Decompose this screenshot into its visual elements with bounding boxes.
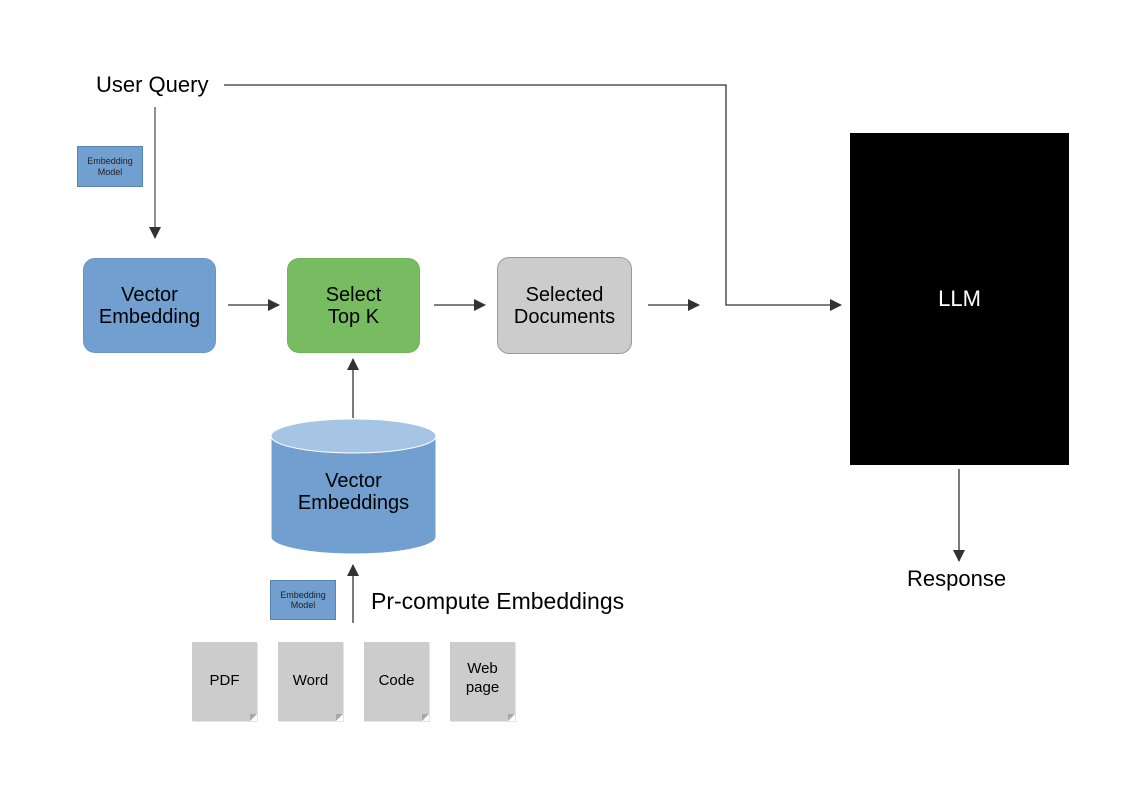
selected-documents-label: Selected Documents [513, 283, 616, 328]
vector-embedding-label: Vector Embedding [98, 283, 201, 328]
document-label: Code [378, 672, 415, 690]
select-top-k-node[interactable]: Select Top K [287, 258, 420, 353]
select-top-k-label: Select Top K [325, 283, 382, 328]
document-label: Word [292, 672, 329, 690]
user-query-label: User Query [96, 72, 209, 97]
embedding-model-bottom-label: Embedding Model [280, 589, 326, 610]
cylinder-top [270, 418, 437, 454]
page-fold-icon [508, 714, 515, 721]
document-label: Web page [465, 660, 500, 696]
embedding-model-top: Embedding Model [77, 146, 143, 187]
page-fold-icon [422, 714, 429, 721]
embedding-model-top-label: Embedding Model [87, 156, 133, 177]
precompute-embeddings-label: Pr-compute Embeddings [371, 588, 625, 614]
document-label: PDF [209, 672, 240, 690]
embedding-model-bottom: Embedding Model [270, 580, 336, 620]
page-fold-icon [336, 714, 343, 721]
page-fold-icon [250, 714, 257, 721]
document-code[interactable]: Code [364, 642, 429, 721]
document-word[interactable]: Word [278, 642, 343, 721]
llm-label: LLM [938, 285, 981, 311]
response-label: Response [907, 566, 1007, 591]
vector-embedding-node[interactable]: Vector Embedding [83, 258, 216, 353]
document-web-page[interactable]: Web page [450, 642, 515, 721]
selected-documents-node[interactable]: Selected Documents [497, 257, 632, 354]
vector-embeddings-label: Vector Embeddings [297, 470, 410, 514]
llm-node[interactable]: LLM [850, 133, 1069, 465]
document-pdf[interactable]: PDF [192, 642, 257, 721]
